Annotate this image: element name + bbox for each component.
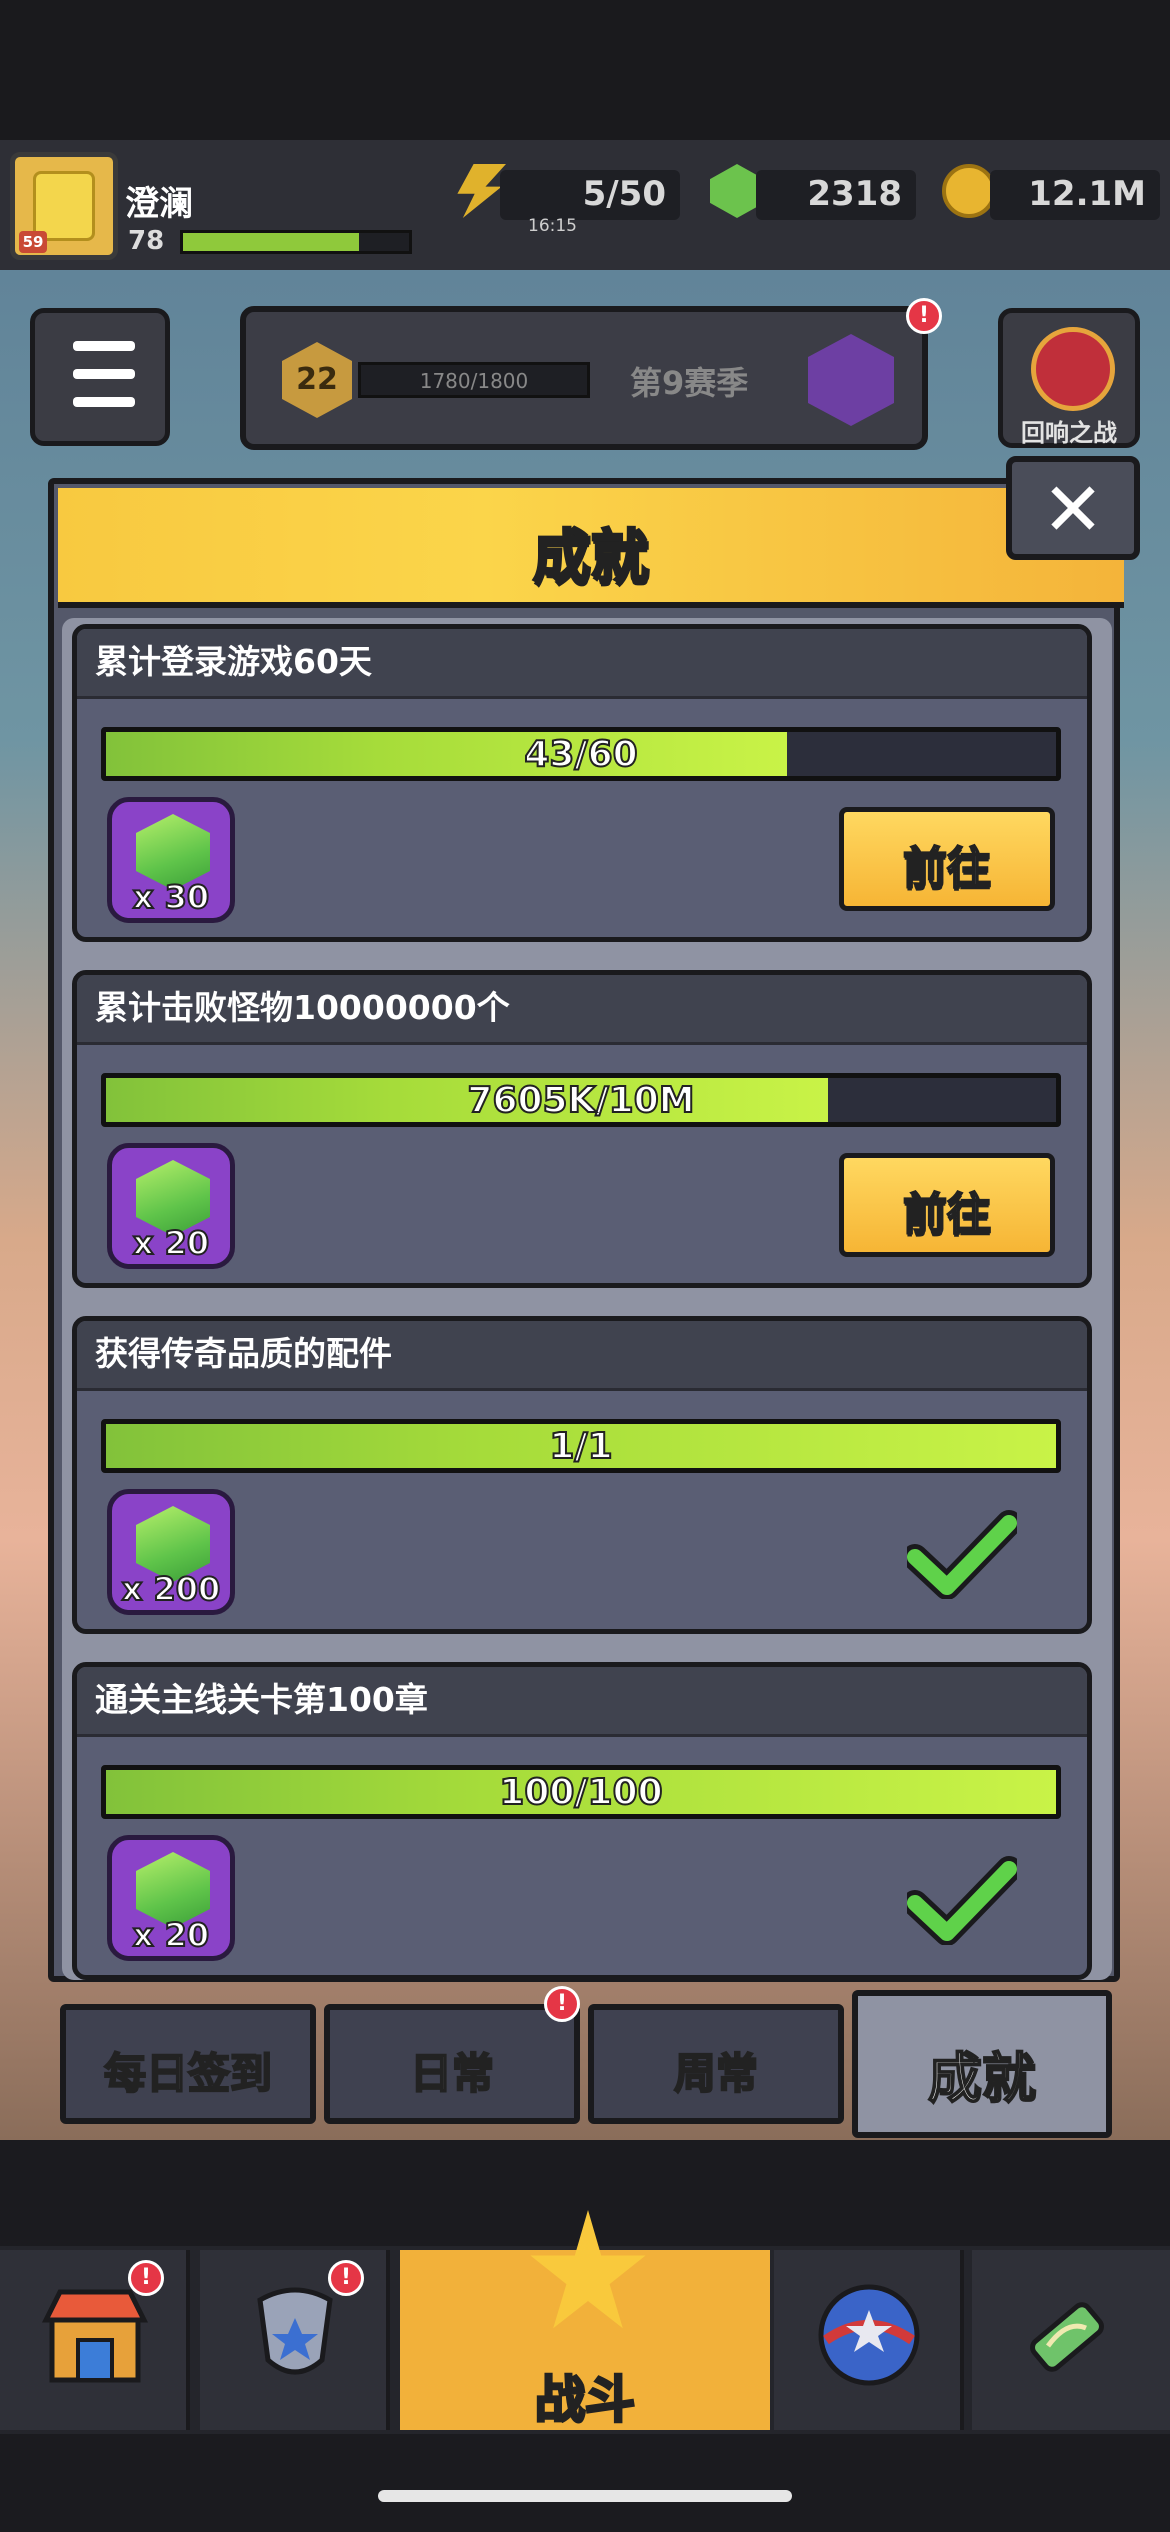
player-level: 78 [128, 226, 165, 256]
tab-daily-signin[interactable]: 每日签到 [60, 2004, 316, 2124]
reward-quantity: x 20 [132, 1223, 210, 1263]
dna-icon [1030, 2302, 1104, 2372]
achievement-progress-bar: 1/1 [101, 1419, 1061, 1473]
equipment-alert-badge: ! [328, 2260, 364, 2296]
reward-item[interactable]: x 20 [107, 1143, 235, 1269]
coin-value: 12.1M [1028, 174, 1146, 214]
season-panel[interactable]: 22 1780/1800 第9赛季 ! [240, 298, 942, 450]
menu-button[interactable] [30, 308, 170, 446]
achievement-title: 累计登录游戏60天 [95, 642, 372, 681]
checkmark-icon [907, 1856, 1017, 1945]
tab-achievements[interactable]: 成就 [852, 1990, 1112, 2138]
card-header: 获得传奇品质的配件 [77, 1321, 1087, 1391]
achievement-card: 通关主线关卡第100章 100/100 x 20 [72, 1662, 1092, 1980]
shop-icon [41, 2289, 149, 2383]
energy-timer: 16:15 [528, 216, 577, 236]
reward-item[interactable]: x 20 [107, 1835, 235, 1961]
tab-label: 成就 [927, 2046, 1037, 2111]
season-level-badge: 22 [282, 342, 352, 418]
go-button-label: 前往 [902, 842, 992, 895]
gem-value: 2318 [807, 174, 902, 214]
close-button[interactable]: ✕ [1006, 456, 1140, 560]
go-button-label: 前往 [902, 1188, 992, 1241]
modal-title: 成就 [531, 522, 650, 593]
xp-bar-fill [183, 233, 360, 251]
coin-counter[interactable]: 12.1M [990, 170, 1160, 220]
reward-quantity: x 30 [132, 877, 210, 917]
go-button[interactable]: 前往 [839, 807, 1055, 911]
echo-battle-button[interactable]: 回响之战 [998, 308, 1140, 448]
season-alert-badge: ! [906, 298, 942, 334]
energy-value: 5/50 [582, 174, 666, 214]
talent-icon [818, 2284, 920, 2386]
tab-alert-badge: ! [544, 1986, 580, 2022]
achievement-progress-bar: 43/60 [101, 727, 1061, 781]
energy-counter[interactable]: 5/50 [500, 170, 680, 220]
season-progress-bar: 1780/1800 [358, 362, 590, 398]
achievement-title: 通关主线关卡第100章 [95, 1680, 428, 1719]
tab-label: 周常 [673, 2048, 759, 2099]
modal-header: 成就 [58, 488, 1124, 608]
nav-shop[interactable]: ! [0, 2250, 190, 2430]
menu-icon-line [73, 369, 135, 379]
demon-icon [1031, 327, 1115, 411]
coin-icon[interactable] [942, 164, 996, 218]
nav-battle[interactable]: 战斗 [400, 2210, 770, 2431]
tab-label: 日常 [409, 2048, 495, 2099]
player-name: 澄澜 [125, 184, 193, 224]
battle-label: 战斗 [534, 2370, 637, 2431]
progress-text: 7605K/10M [466, 1079, 695, 1122]
shop-alert-badge: ! [128, 2260, 164, 2296]
progress-text: 1/1 [548, 1425, 613, 1468]
go-button[interactable]: 前往 [839, 1153, 1055, 1257]
nav-equipment[interactable]: ! [200, 2250, 390, 2430]
gem-counter[interactable]: 2318 [756, 170, 916, 220]
equipment-icon [257, 2287, 333, 2375]
season-label: 第9赛季 [630, 364, 749, 402]
tab-weekly[interactable]: 周常 [588, 2004, 844, 2124]
menu-icon [73, 341, 135, 351]
avatar-level-badge: 59 [19, 231, 47, 253]
progress-text: 100/100 [498, 1771, 663, 1814]
achievement-title: 获得传奇品质的配件 [95, 1334, 392, 1373]
tab-label: 每日签到 [103, 2048, 273, 2099]
home-indicator [378, 2490, 792, 2502]
achievement-progress-bar: 100/100 [101, 1765, 1061, 1819]
avatar[interactable]: 59 [10, 152, 118, 260]
reward-item[interactable]: x 200 [107, 1489, 235, 1615]
achievement-card: 获得传奇品质的配件 1/1 x 200 [72, 1316, 1092, 1634]
checkmark-icon [907, 1510, 1017, 1599]
nav-talent[interactable] [774, 2250, 964, 2430]
season-progress-text: 1780/1800 [419, 369, 529, 393]
echo-battle-label: 回响之战 [1021, 419, 1117, 447]
battle-icon [530, 2210, 646, 2329]
nav-dna[interactable] [972, 2250, 1170, 2430]
season-rank-icon [808, 334, 894, 426]
reward-quantity: x 20 [132, 1915, 210, 1955]
xp-bar [180, 230, 412, 254]
achievement-progress-bar: 7605K/10M [101, 1073, 1061, 1127]
achievement-card: 累计击败怪物10000000个 7605K/10M x 20 前往 [72, 970, 1092, 1288]
achievement-card: 累计登录游戏60天 43/60 x 30 前往 [72, 624, 1092, 942]
card-header: 累计登录游戏60天 [77, 629, 1087, 699]
reward-quantity: x 200 [121, 1569, 222, 1609]
progress-text: 43/60 [523, 733, 638, 776]
reward-item[interactable]: x 30 [107, 797, 235, 923]
menu-icon-line [73, 397, 135, 407]
tab-daily[interactable]: 日常 ! [324, 1986, 580, 2124]
card-header: 累计击败怪物10000000个 [77, 975, 1087, 1045]
achievement-title: 累计击败怪物10000000个 [95, 988, 510, 1027]
card-header: 通关主线关卡第100章 [77, 1667, 1087, 1737]
close-icon: ✕ [1041, 467, 1104, 553]
status-bar [0, 0, 1170, 140]
